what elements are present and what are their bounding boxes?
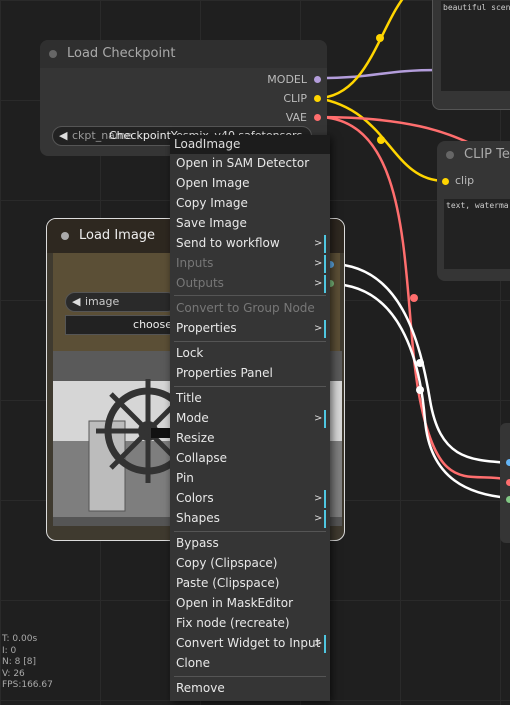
- clip-link-midpoint[interactable]: [377, 136, 385, 144]
- menu-item-open-in-maskeditor[interactable]: Open in MaskEditor: [170, 594, 330, 614]
- menu-item-clone[interactable]: Clone: [170, 654, 330, 674]
- menu-item-convert-to-group-node[interactable]: Convert to Group Node: [170, 299, 330, 319]
- input-slot[interactable]: [506, 479, 510, 486]
- submenu-arrow-icon: >: [314, 410, 326, 428]
- node-title-bar[interactable]: Load Checkpoint: [40, 40, 327, 68]
- performance-stats: T: 0.00s I: 0 N: 8 [8] V: 26 FPS:166.67: [2, 634, 53, 692]
- partial-node-bottom-right[interactable]: [500, 423, 510, 543]
- menu-item-resize[interactable]: Resize: [170, 429, 330, 449]
- node-title: Load Checkpoint: [67, 46, 176, 61]
- submenu-arrow-icon: >: [314, 635, 326, 653]
- menu-separator: [174, 531, 326, 532]
- menu-item-collapse[interactable]: Collapse: [170, 449, 330, 469]
- clip-input-slot[interactable]: [442, 178, 449, 185]
- clip-input-label: clip: [455, 174, 475, 187]
- collapse-dot-icon[interactable]: [446, 151, 454, 159]
- node-title: CLIP Te: [464, 147, 510, 162]
- menu-item-properties[interactable]: Properties >: [170, 319, 330, 339]
- stat-v: V: 26: [2, 668, 25, 679]
- context-menu[interactable]: LoadImage Open in SAM Detector Open Imag…: [170, 135, 330, 701]
- menu-item-title[interactable]: Title: [170, 389, 330, 409]
- stat-nodes: N: 8 [8]: [2, 657, 36, 667]
- menu-item-fix-node[interactable]: Fix node (recreate): [170, 614, 330, 634]
- menu-item-paste-clipspace[interactable]: Paste (Clipspace): [170, 574, 330, 594]
- prompt-text: text, watermar: [446, 201, 510, 210]
- menu-item-lock[interactable]: Lock: [170, 344, 330, 364]
- node-title-bar[interactable]: CLIP Te: [437, 141, 510, 169]
- model-output-slot[interactable]: [314, 76, 321, 83]
- clip-link-top: [316, 0, 404, 100]
- clip-text-encode-node[interactable]: CLIP Te clip text, watermar: [437, 141, 510, 281]
- input-slot[interactable]: [506, 459, 510, 466]
- model-output-label: MODEL: [267, 73, 307, 86]
- menu-separator: [174, 341, 326, 342]
- vae-link-midpoint[interactable]: [410, 294, 418, 302]
- menu-item-colors[interactable]: Colors >: [170, 489, 330, 509]
- collapse-dot-icon[interactable]: [61, 232, 69, 240]
- input-slot[interactable]: [506, 496, 510, 503]
- text-prompt-field[interactable]: text, watermar: [444, 199, 510, 269]
- menu-item-convert-widget-to-input[interactable]: Convert Widget to Input >: [170, 634, 330, 654]
- combo-left-arrow-icon[interactable]: ◀: [72, 293, 80, 311]
- menu-item-remove[interactable]: Remove: [170, 679, 330, 699]
- submenu-arrow-icon: >: [314, 320, 326, 338]
- menu-item-open-image[interactable]: Open Image: [170, 174, 330, 194]
- collapse-dot-icon[interactable]: [49, 50, 57, 58]
- combo-left-arrow-icon[interactable]: ◀: [59, 127, 67, 145]
- upload-button[interactable]: choose: [65, 315, 177, 335]
- submenu-arrow-icon: >: [314, 255, 326, 273]
- submenu-arrow-icon: >: [314, 490, 326, 508]
- prompt-node-top[interactable]: beautiful scene: [432, 0, 510, 110]
- menu-item-inputs[interactable]: Inputs >: [170, 254, 330, 274]
- prompt-text: beautiful scene: [443, 3, 510, 12]
- stat-fps: FPS:166.67: [2, 680, 53, 690]
- context-menu-title: LoadImage: [170, 135, 330, 154]
- menu-item-bypass[interactable]: Bypass: [170, 534, 330, 554]
- menu-item-open-in-sam-detector[interactable]: Open in SAM Detector: [170, 154, 330, 174]
- menu-item-copy-clipspace[interactable]: Copy (Clipspace): [170, 554, 330, 574]
- submenu-arrow-icon: >: [314, 235, 326, 253]
- stat-time: T: 0.00s: [2, 634, 38, 644]
- vae-output-slot[interactable]: [314, 114, 321, 121]
- menu-separator: [174, 386, 326, 387]
- menu-separator: [174, 295, 326, 296]
- prompt-textarea[interactable]: beautiful scene: [441, 1, 510, 91]
- menu-item-copy-image[interactable]: Copy Image: [170, 194, 330, 214]
- image-combo[interactable]: ◀ image: [65, 292, 177, 312]
- menu-item-save-image[interactable]: Save Image: [170, 214, 330, 234]
- node-title: Load Image: [79, 228, 156, 243]
- menu-item-shapes[interactable]: Shapes >: [170, 509, 330, 529]
- menu-separator: [174, 676, 326, 677]
- clip-link-midpoint[interactable]: [376, 34, 384, 42]
- menu-item-mode[interactable]: Mode >: [170, 409, 330, 429]
- widget-name: image: [85, 295, 120, 308]
- menu-item-pin[interactable]: Pin: [170, 469, 330, 489]
- submenu-arrow-icon: >: [314, 275, 326, 293]
- image-link-midpoint[interactable]: [416, 359, 424, 367]
- menu-item-properties-panel[interactable]: Properties Panel: [170, 364, 330, 384]
- stat-i: I: 0: [2, 645, 17, 656]
- clip-output-label: CLIP: [283, 92, 307, 105]
- menu-item-outputs[interactable]: Outputs >: [170, 274, 330, 294]
- menu-item-send-to-workflow[interactable]: Send to workflow >: [170, 234, 330, 254]
- vae-output-label: VAE: [285, 111, 307, 124]
- mask-link-midpoint[interactable]: [416, 386, 424, 394]
- upload-button-label: choose: [133, 318, 172, 331]
- submenu-arrow-icon: >: [314, 510, 326, 528]
- clip-output-slot[interactable]: [314, 95, 321, 102]
- model-link: [316, 68, 441, 80]
